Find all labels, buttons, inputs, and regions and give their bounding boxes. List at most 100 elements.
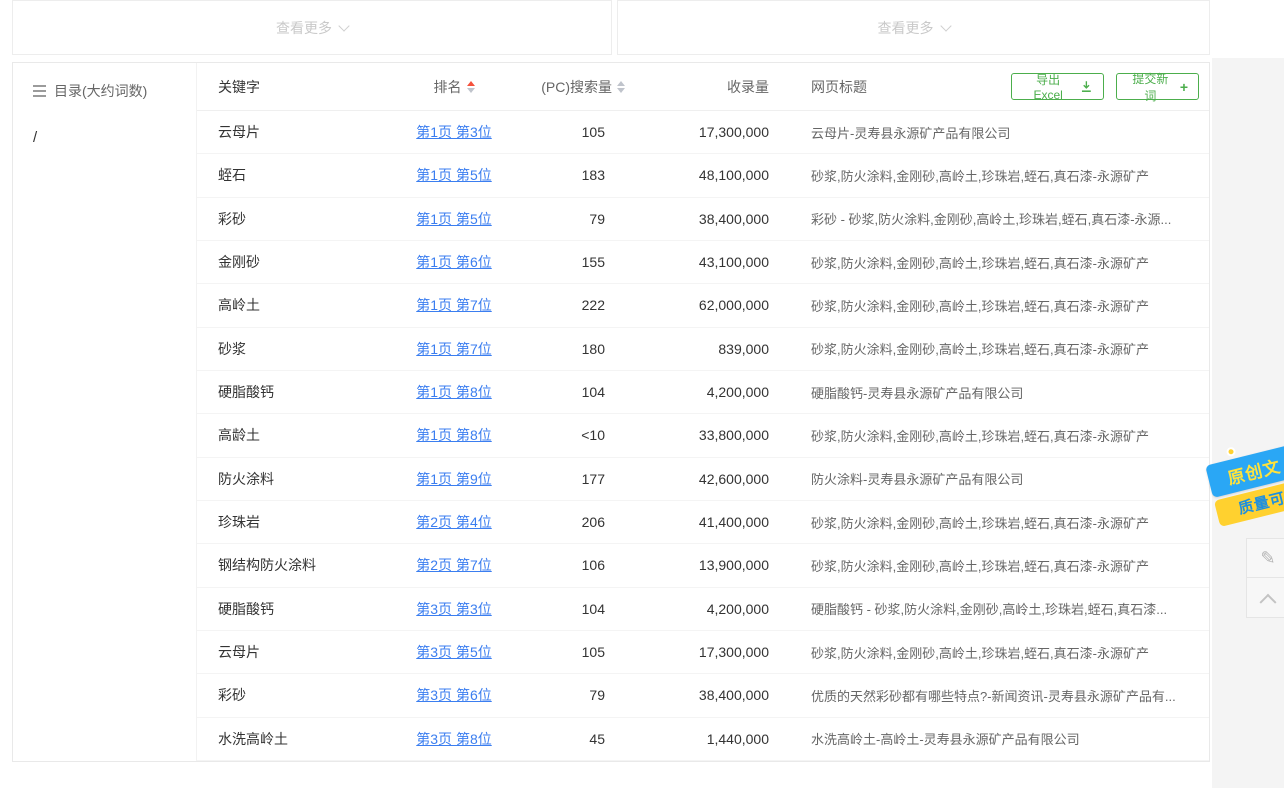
table-row: 金刚砂第1页 第6位15543,100,000砂浆,防火涂料,金刚砂,高岭土,珍… — [197, 241, 1209, 284]
keyword-cell: 高岭土 — [197, 295, 389, 315]
table-header: 关键字 排名 (PC)搜索量 收录量 网页标题 导出Excel — [197, 63, 1209, 111]
search-volume-cell: 180 — [519, 341, 629, 357]
table-actions: 导出Excel 提交新词 + — [1011, 73, 1209, 100]
download-icon — [1080, 80, 1093, 93]
page-title-cell: 砂浆,防火涂料,金刚砂,高岭土,珍珠岩,蛭石,真石漆-永源矿产 — [799, 426, 1209, 445]
table-row: 高岭土第1页 第7位22262,000,000砂浆,防火涂料,金刚砂,高岭土,珍… — [197, 284, 1209, 327]
page-title-cell: 砂浆,防火涂料,金刚砂,高岭土,珍珠岩,蛭石,真石漆-永源矿产 — [799, 166, 1209, 185]
col-index-count: 收录量 — [629, 77, 799, 97]
rank-cell: 第3页 第6位 — [389, 685, 519, 705]
submit-keyword-label: 提交新词 — [1127, 70, 1174, 104]
keyword-cell: 蛭石 — [197, 165, 389, 185]
page-title-cell: 砂浆,防火涂料,金刚砂,高岭土,珍珠岩,蛭石,真石漆-永源矿产 — [799, 296, 1209, 315]
chevron-down-icon — [338, 20, 349, 31]
view-more-right-label: 查看更多 — [878, 18, 934, 38]
page-title-cell: 水洗高岭土-高岭土-灵寿县永源矿产品有限公司 — [799, 729, 1209, 748]
directory-item-root[interactable]: / — [13, 101, 196, 146]
right-background — [1212, 58, 1284, 788]
table-row: 云母片第1页 第3位10517,300,000云母片-灵寿县永源矿产品有限公司 — [197, 111, 1209, 154]
rank-link[interactable]: 第1页 第8位 — [416, 384, 491, 400]
rank-link[interactable]: 第1页 第9位 — [416, 471, 491, 487]
table-row: 硬脂酸钙第3页 第3位1044,200,000硬脂酸钙 - 砂浆,防火涂料,金刚… — [197, 588, 1209, 631]
page-title-cell: 彩砂 - 砂浆,防火涂料,金刚砂,高岭土,珍珠岩,蛭石,真石漆-永源... — [799, 209, 1209, 228]
directory-sidebar: 目录(大约词数) / — [13, 63, 197, 761]
col-search-volume-label: (PC)搜索量 — [541, 77, 612, 97]
keyword-cell: 彩砂 — [197, 209, 389, 229]
keyword-cell: 防火涂料 — [197, 469, 389, 489]
sort-rank-icon[interactable] — [467, 81, 475, 93]
submit-keyword-button[interactable]: 提交新词 + — [1116, 73, 1199, 100]
rank-link[interactable]: 第3页 第5位 — [416, 644, 491, 660]
search-volume-cell: 79 — [519, 687, 629, 703]
table-row: 珍珠岩第2页 第4位20641,400,000砂浆,防火涂料,金刚砂,高岭土,珍… — [197, 501, 1209, 544]
rank-link[interactable]: 第1页 第7位 — [416, 341, 491, 357]
table-row: 高龄土第1页 第8位<1033,800,000砂浆,防火涂料,金刚砂,高岭土,珍… — [197, 414, 1209, 457]
rank-cell: 第3页 第8位 — [389, 729, 519, 749]
rank-link[interactable]: 第1页 第7位 — [416, 297, 491, 313]
rank-link[interactable]: 第2页 第4位 — [416, 514, 491, 530]
rank-link[interactable]: 第1页 第6位 — [416, 254, 491, 270]
rank-cell: 第2页 第4位 — [389, 512, 519, 532]
rank-cell: 第1页 第8位 — [389, 425, 519, 445]
index-count-cell: 42,600,000 — [629, 471, 799, 487]
edit-button[interactable]: ✎ — [1246, 538, 1284, 578]
rank-link[interactable]: 第3页 第8位 — [416, 731, 491, 747]
page-title-cell: 硬脂酸钙 - 砂浆,防火涂料,金刚砂,高岭土,珍珠岩,蛭石,真石漆... — [799, 599, 1209, 618]
view-more-right-link[interactable]: 查看更多 — [878, 18, 950, 38]
keyword-cell: 高龄土 — [197, 425, 389, 445]
col-rank-label: 排名 — [434, 77, 462, 97]
page-title-cell: 砂浆,防火涂料,金刚砂,高岭土,珍珠岩,蛭石,真石漆-永源矿产 — [799, 339, 1209, 358]
page-title-cell: 硬脂酸钙-灵寿县永源矿产品有限公司 — [799, 383, 1209, 402]
rank-cell: 第1页 第3位 — [389, 122, 519, 142]
chevron-up-icon — [1260, 593, 1277, 610]
index-count-cell: 62,000,000 — [629, 297, 799, 313]
rank-cell: 第1页 第7位 — [389, 295, 519, 315]
keyword-table: 关键字 排名 (PC)搜索量 收录量 网页标题 导出Excel — [197, 63, 1209, 761]
view-more-left-link[interactable]: 查看更多 — [276, 18, 348, 38]
search-volume-cell: 105 — [519, 124, 629, 140]
index-count-cell: 48,100,000 — [629, 167, 799, 183]
keyword-cell: 彩砂 — [197, 685, 389, 705]
plus-icon: + — [1180, 80, 1188, 94]
rank-link[interactable]: 第3页 第6位 — [416, 687, 491, 703]
list-icon — [33, 85, 46, 97]
rank-cell: 第1页 第5位 — [389, 165, 519, 185]
index-count-cell: 4,200,000 — [629, 384, 799, 400]
sticker-dot-icon — [1226, 446, 1237, 457]
export-excel-button[interactable]: 导出Excel — [1011, 73, 1104, 100]
back-to-top-button[interactable] — [1246, 578, 1284, 618]
sort-search-icon[interactable] — [617, 81, 625, 93]
rank-link[interactable]: 第2页 第7位 — [416, 557, 491, 573]
table-row: 彩砂第3页 第6位7938,400,000优质的天然彩砂都有哪些特点?-新闻资讯… — [197, 674, 1209, 717]
keyword-cell: 珍珠岩 — [197, 512, 389, 532]
keyword-cell: 钢结构防火涂料 — [197, 555, 389, 575]
table-row: 水洗高岭土第3页 第8位451,440,000水洗高岭土-高岭土-灵寿县永源矿产… — [197, 718, 1209, 761]
search-volume-cell: 45 — [519, 731, 629, 747]
index-count-cell: 33,800,000 — [629, 427, 799, 443]
rank-link[interactable]: 第1页 第8位 — [416, 427, 491, 443]
search-volume-cell: 206 — [519, 514, 629, 530]
rank-link[interactable]: 第1页 第5位 — [416, 211, 491, 227]
search-volume-cell: 155 — [519, 254, 629, 270]
rank-cell: 第3页 第5位 — [389, 642, 519, 662]
col-rank[interactable]: 排名 — [389, 77, 519, 97]
search-volume-cell: 106 — [519, 557, 629, 573]
col-keyword: 关键字 — [197, 77, 389, 97]
keyword-cell: 硬脂酸钙 — [197, 382, 389, 402]
directory-header: 目录(大约词数) — [13, 63, 196, 101]
rank-link[interactable]: 第1页 第5位 — [416, 167, 491, 183]
rank-link[interactable]: 第1页 第3位 — [416, 124, 491, 140]
page-title-cell: 云母片-灵寿县永源矿产品有限公司 — [799, 123, 1209, 142]
col-search-volume[interactable]: (PC)搜索量 — [519, 77, 629, 97]
keyword-cell: 云母片 — [197, 642, 389, 662]
keyword-rank-panel: 目录(大约词数) / 关键字 排名 (PC)搜索量 收录量 网页标题 导出Exc… — [12, 62, 1210, 762]
rank-cell: 第2页 第7位 — [389, 555, 519, 575]
search-volume-cell: 105 — [519, 644, 629, 660]
keyword-cell: 砂浆 — [197, 339, 389, 359]
keyword-cell: 云母片 — [197, 122, 389, 142]
export-excel-label: 导出Excel — [1022, 71, 1074, 102]
table-row: 彩砂第1页 第5位7938,400,000彩砂 - 砂浆,防火涂料,金刚砂,高岭… — [197, 198, 1209, 241]
page-title-cell: 砂浆,防火涂料,金刚砂,高岭土,珍珠岩,蛭石,真石漆-永源矿产 — [799, 253, 1209, 272]
rank-link[interactable]: 第3页 第3位 — [416, 601, 491, 617]
table-row: 钢结构防火涂料第2页 第7位10613,900,000砂浆,防火涂料,金刚砂,高… — [197, 544, 1209, 587]
